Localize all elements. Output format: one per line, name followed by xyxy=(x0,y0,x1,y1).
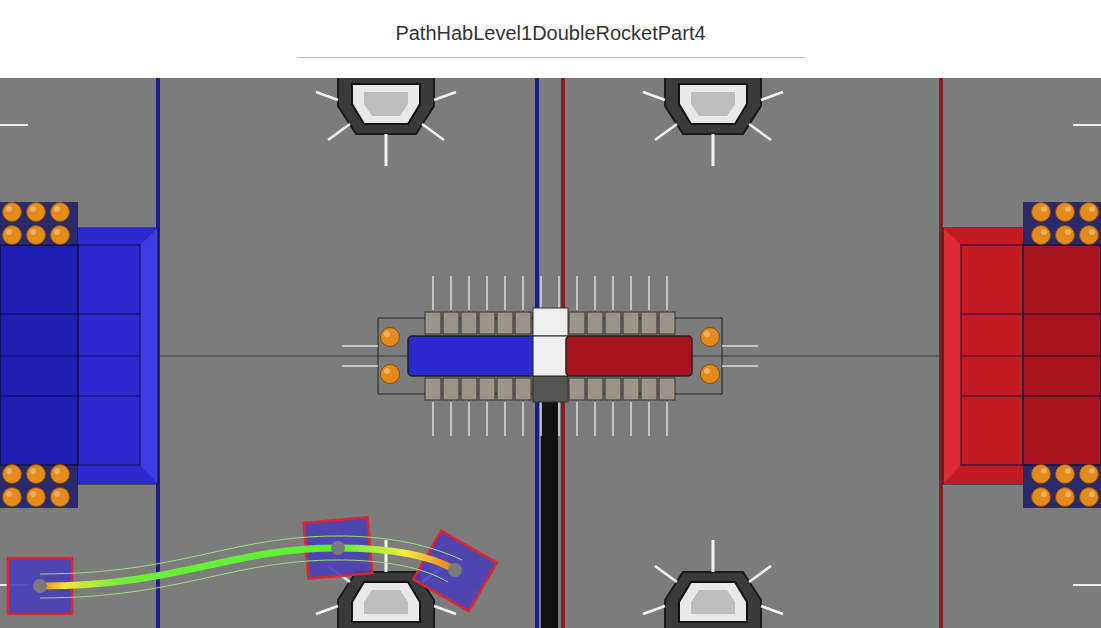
waypoint-dot[interactable] xyxy=(331,541,345,555)
cargo-ball xyxy=(3,226,22,245)
red-hab-platform xyxy=(943,202,1101,508)
cargo-ball xyxy=(3,465,22,484)
cargo-ball xyxy=(1056,488,1075,507)
rocket xyxy=(643,78,783,166)
cargo-ball xyxy=(1080,465,1099,484)
cargo-ball xyxy=(51,226,70,245)
cargo-ball xyxy=(3,203,22,222)
cargo-ball xyxy=(1056,465,1075,484)
cargo-ball xyxy=(3,488,22,507)
cargo-ball xyxy=(1032,203,1051,222)
cargo-ball xyxy=(27,203,46,222)
cargo-ball xyxy=(701,365,720,384)
cargo-ball xyxy=(27,226,46,245)
field-map[interactable] xyxy=(0,78,1101,628)
cargo-ball xyxy=(27,465,46,484)
cargo-ball xyxy=(1032,465,1051,484)
cargo-ball xyxy=(51,465,70,484)
rocket xyxy=(643,540,783,628)
waypoint-dot[interactable] xyxy=(448,563,462,577)
cargo-ball xyxy=(1080,488,1099,507)
cargo-ball xyxy=(381,328,400,347)
cargo-ball xyxy=(51,203,70,222)
cargo-ball xyxy=(1032,226,1051,245)
robot-waypoint[interactable] xyxy=(413,531,496,611)
cargo-ship xyxy=(342,276,758,436)
cargo-ball xyxy=(51,488,70,507)
title-underline xyxy=(297,57,805,58)
center-strip xyxy=(541,400,558,628)
path-curve[interactable] xyxy=(40,536,462,598)
path-title: PathHabLevel1DoubleRocketPart4 xyxy=(387,20,713,46)
waypoint-dot[interactable] xyxy=(33,579,47,593)
blue-hab-platform xyxy=(0,202,158,508)
rocket xyxy=(316,78,456,166)
cargo-ball xyxy=(27,488,46,507)
cargo-ball xyxy=(1080,203,1099,222)
app-window: PathHabLevel1DoubleRocketPart4 xyxy=(0,0,1101,628)
cargo-ball xyxy=(1056,226,1075,245)
cargo-ball xyxy=(701,328,720,347)
cargo-ball xyxy=(1032,488,1051,507)
cargo-ball xyxy=(1080,226,1099,245)
cargo-ball xyxy=(1056,203,1075,222)
header: PathHabLevel1DoubleRocketPart4 xyxy=(0,0,1101,78)
cargo-ball xyxy=(381,365,400,384)
